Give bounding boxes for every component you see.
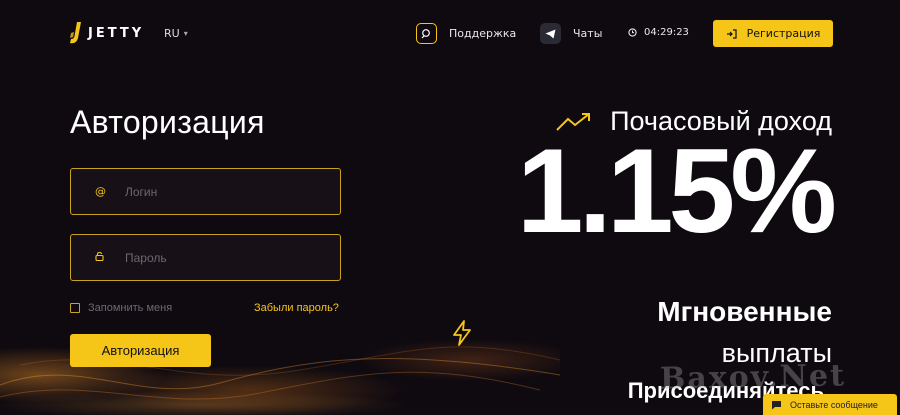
login-input[interactable] [125, 184, 325, 199]
login-arrow-icon [726, 28, 737, 39]
login-submit-button[interactable]: Авторизация [70, 334, 211, 367]
chats-label: Чаты [573, 27, 603, 40]
hourly-rate: 1.15% [516, 124, 837, 258]
chevron-down-icon: ▾ [183, 29, 188, 38]
watermark: Baxov.Net [659, 358, 847, 397]
login-title: Авторизация [70, 104, 265, 140]
chat-bubble-icon [772, 400, 781, 409]
chat-widget[interactable]: Оставьте сообщение [763, 394, 897, 415]
lightning-icon [453, 320, 471, 346]
jetty-logo-icon [70, 22, 81, 44]
telegram-icon [540, 23, 561, 44]
register-button[interactable]: Регистрация [713, 20, 833, 47]
remember-checkbox[interactable] [70, 303, 80, 313]
header: JETTY RU ▾ Поддержка Чаты 04:29:23 Регис… [0, 0, 900, 68]
register-label: Регистрация [746, 27, 821, 40]
language-selector[interactable]: RU ▾ [164, 27, 188, 40]
lock-icon [95, 251, 105, 264]
remember-label: Запомнить меня [88, 302, 173, 314]
support-label: Поддержка [449, 27, 517, 40]
remember-me[interactable]: Запомнить меня [70, 302, 172, 314]
clock-time: 04:29:23 [644, 27, 689, 38]
password-input[interactable] [125, 250, 325, 265]
instant-heading: Мгновенные [657, 296, 832, 327]
password-field[interactable] [70, 234, 341, 281]
chats-link[interactable]: Чаты [540, 23, 602, 44]
logo-text: JETTY [88, 25, 145, 41]
login-field[interactable]: @ [70, 168, 341, 215]
logo[interactable]: JETTY [68, 22, 144, 44]
language-label: RU [164, 27, 180, 40]
forgot-password-link[interactable]: Забыли пароль? [254, 302, 339, 314]
at-icon: @ [95, 185, 106, 198]
server-clock: 04:29:23 [628, 27, 689, 38]
search-icon [416, 23, 437, 44]
chat-widget-label: Оставьте сообщение [790, 399, 878, 410]
clock-icon [628, 28, 637, 37]
support-link[interactable]: Поддержка [416, 23, 516, 44]
